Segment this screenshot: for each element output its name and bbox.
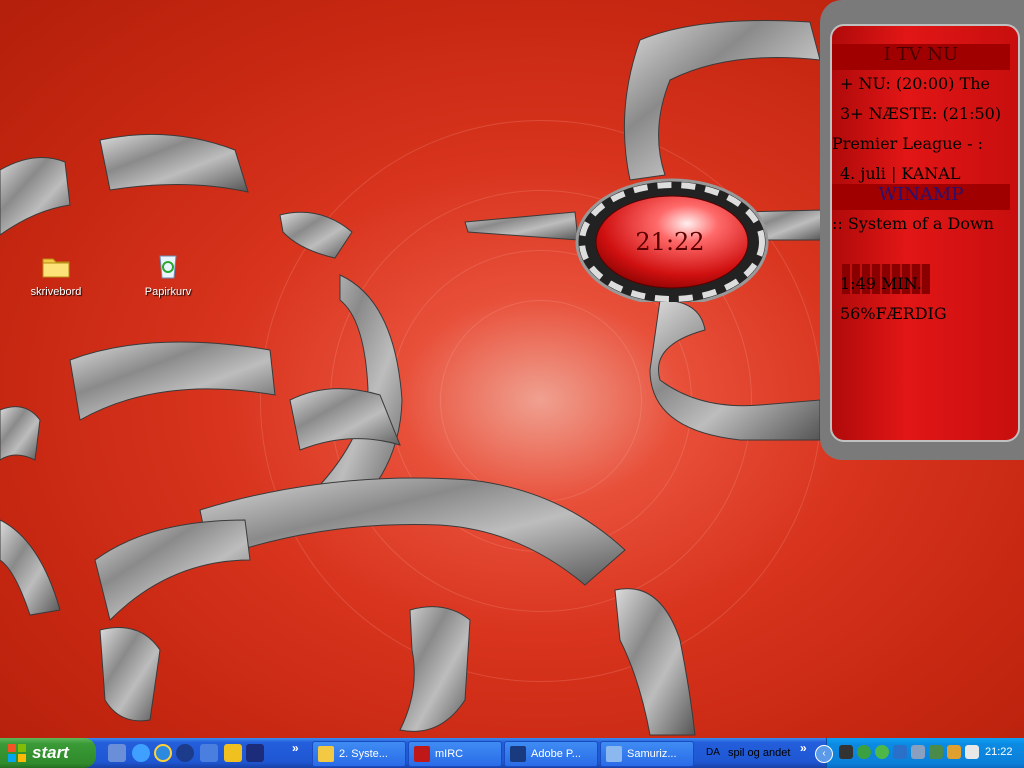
antivirus-tray-icon[interactable] xyxy=(893,745,907,759)
speaker-tray-icon[interactable] xyxy=(965,745,979,759)
quick-launch-more-chevron[interactable]: » xyxy=(292,741,299,755)
quick-launch-media-icon[interactable] xyxy=(176,744,194,762)
quick-launch-tools-icon[interactable] xyxy=(108,744,126,762)
task-button-samurize[interactable]: Samuriz... xyxy=(600,741,694,767)
winamp-tray-icon[interactable] xyxy=(947,745,961,759)
tv-line: Premier League - : xyxy=(832,134,983,153)
winamp-time: 1:49 MIN. xyxy=(840,274,922,293)
folder-icon xyxy=(40,250,72,282)
desktop-icon-papirkurv[interactable]: Papirkurv xyxy=(128,250,208,298)
taskbar: start » 2. Syste... mIRC Adobe P... Samu… xyxy=(0,738,1024,768)
tray-clock[interactable]: 21:22 xyxy=(985,746,1013,758)
quick-launch-browser-icon[interactable] xyxy=(200,744,218,762)
windows-logo-icon xyxy=(8,744,26,762)
start-button[interactable]: start xyxy=(0,738,96,768)
tv-line: 3+ NÆSTE: (21:50) xyxy=(840,104,1002,123)
winamp-track: :: System of a Down xyxy=(832,214,994,233)
winamp-header: WINAMP xyxy=(832,184,1010,210)
system-tray: ‹ 21:22 xyxy=(815,738,1024,768)
toolbar-spil-og-andet[interactable]: spil og andet xyxy=(728,738,790,768)
disk-tray-icon[interactable] xyxy=(911,745,925,759)
task-label: 2. Syste... xyxy=(339,748,388,760)
recycle-bin-icon xyxy=(152,250,184,282)
network-tray-icon[interactable] xyxy=(857,745,871,759)
winamp-progress-label: 56%FÆRDIG xyxy=(840,304,947,323)
steam-tray-icon[interactable] xyxy=(839,745,853,759)
samurize-widget: I TV NU + NU: (20:00) The 3+ NÆSTE: (21:… xyxy=(820,0,1024,460)
desktop-icon-label: Papirkurv xyxy=(144,286,192,298)
task-label: Adobe P... xyxy=(531,748,581,760)
task-button-system[interactable]: 2. Syste... xyxy=(312,741,406,767)
quick-launch-search-icon[interactable] xyxy=(132,744,150,762)
widget-panel: I TV NU + NU: (20:00) The 3+ NÆSTE: (21:… xyxy=(830,24,1020,442)
folder-task-icon xyxy=(318,746,334,762)
adobe-icon xyxy=(510,746,526,762)
quick-launch-ie-icon[interactable] xyxy=(154,744,172,762)
task-button-mirc[interactable]: mIRC xyxy=(408,741,502,767)
quick-launch-app-icon[interactable] xyxy=(246,744,264,762)
desktop-icon-label: skrivebord xyxy=(30,286,82,298)
tv-line: + NU: (20:00) The xyxy=(840,74,991,93)
toolbar-label: spil og andet xyxy=(728,747,791,759)
user-tray-icon[interactable] xyxy=(929,745,943,759)
toolbar-more-chevron[interactable]: » xyxy=(800,741,807,755)
tv-header: I TV NU xyxy=(832,44,1010,70)
task-button-adobe[interactable]: Adobe P... xyxy=(504,741,598,767)
messenger-tray-icon[interactable] xyxy=(875,745,889,759)
task-label: Samuriz... xyxy=(627,748,677,760)
samurize-icon xyxy=(606,746,622,762)
desktop-icon-skrivebord[interactable]: skrivebord xyxy=(16,250,96,298)
start-label: start xyxy=(32,743,69,762)
clock-time: 21:22 xyxy=(635,228,705,256)
quick-launch-clock-icon[interactable] xyxy=(224,744,242,762)
toolbar-prefix: DA xyxy=(706,747,720,758)
tray-expand-button[interactable]: ‹ xyxy=(815,745,833,763)
task-label: mIRC xyxy=(435,748,464,760)
tv-line: 4. juli | KANAL xyxy=(840,164,961,183)
mirc-icon xyxy=(414,746,430,762)
